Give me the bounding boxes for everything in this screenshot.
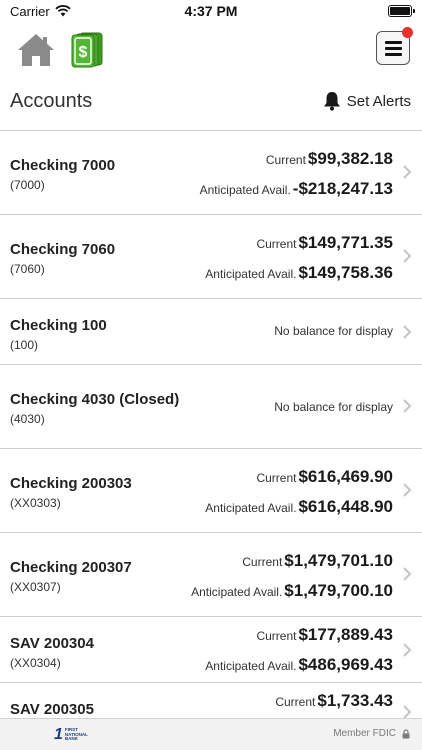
chevron-right-icon bbox=[403, 483, 412, 497]
account-name: Checking 4030 (Closed) bbox=[10, 391, 180, 408]
no-balance-text: No balance for display bbox=[274, 324, 393, 338]
current-value: $99,382.18 bbox=[307, 149, 393, 168]
account-name: Checking 7000 bbox=[10, 157, 116, 174]
account-row[interactable]: Checking 200303 (XX0303) Current $616,46… bbox=[0, 449, 422, 533]
chevron-right-icon bbox=[403, 643, 412, 657]
menu-bar bbox=[384, 52, 402, 56]
current-balance: Current $1,733.43 bbox=[275, 691, 393, 711]
anticipated-balance: Anticipated Avail. -$218,247.13 bbox=[200, 179, 393, 199]
account-row[interactable]: Checking 4030 (Closed) (4030) No balance… bbox=[0, 365, 422, 449]
current-value: $177,889.43 bbox=[298, 625, 393, 644]
anticipated-balance: Anticipated Avail. $486,969.43 bbox=[205, 655, 393, 675]
account-name: Checking 100 bbox=[10, 317, 107, 334]
current-label: Current bbox=[275, 695, 316, 709]
chevron-right-icon bbox=[403, 705, 412, 719]
current-value: $1,479,701.10 bbox=[284, 551, 393, 570]
menu-button[interactable] bbox=[376, 27, 413, 65]
account-number: (XX0303) bbox=[10, 496, 61, 510]
current-label: Current bbox=[265, 153, 306, 167]
svg-text:$: $ bbox=[79, 44, 88, 61]
current-label: Current bbox=[256, 237, 297, 251]
anticipated-value: $486,969.43 bbox=[298, 655, 393, 674]
current-balance: Current $149,771.35 bbox=[256, 233, 393, 253]
no-balance-text: No balance for display bbox=[274, 400, 393, 414]
account-name: Checking 7060 bbox=[10, 241, 116, 258]
set-alerts-label: Set Alerts bbox=[346, 92, 411, 110]
account-row[interactable]: Checking 7060 (7060) Current $149,771.35… bbox=[0, 215, 422, 299]
anticipated-label: Anticipated Avail. bbox=[205, 659, 297, 673]
anticipated-value: $1,479,700.10 bbox=[284, 581, 393, 600]
accounts-header: Accounts Set Alerts bbox=[0, 86, 422, 120]
chevron-right-icon bbox=[403, 165, 412, 179]
menu-bar bbox=[384, 40, 402, 44]
current-balance: Current $99,382.18 bbox=[266, 149, 393, 169]
footer: 1 FIRST NATIONAL BANK Member FDIC bbox=[0, 718, 422, 750]
chevron-right-icon bbox=[403, 249, 412, 263]
page-title: Accounts bbox=[10, 90, 93, 112]
chevron-right-icon bbox=[403, 567, 412, 581]
current-balance: Current $177,889.43 bbox=[256, 625, 393, 645]
carrier-label: Carrier bbox=[10, 3, 50, 19]
account-number: (7000) bbox=[10, 178, 45, 192]
top-toolbar: $ bbox=[0, 26, 422, 76]
anticipated-balance: Anticipated Avail. $1,479,700.10 bbox=[191, 581, 393, 601]
account-row[interactable]: Checking 7000 (7000) Current $99,382.18 … bbox=[0, 131, 422, 215]
bank-logo-text: FIRST NATIONAL BANK bbox=[64, 727, 88, 742]
current-balance: Current $1,479,701.10 bbox=[242, 551, 393, 571]
bell-icon bbox=[323, 92, 340, 111]
anticipated-label: Anticipated Avail. bbox=[205, 267, 297, 281]
notification-dot bbox=[402, 27, 413, 38]
status-left: Carrier bbox=[10, 4, 150, 19]
home-icon bbox=[18, 34, 54, 66]
account-number: (4030) bbox=[10, 412, 45, 426]
account-name: SAV 200304 bbox=[10, 635, 94, 652]
chevron-right-icon bbox=[403, 399, 412, 413]
account-row[interactable]: Checking 200307 (XX0307) Current $1,479,… bbox=[0, 533, 422, 617]
account-number: (XX0307) bbox=[10, 580, 61, 594]
anticipated-label: Anticipated Avail. bbox=[199, 183, 291, 197]
current-balance: Current $616,469.90 bbox=[256, 467, 393, 487]
lock-icon bbox=[402, 728, 410, 738]
battery-icon bbox=[388, 5, 415, 17]
account-number: (XX0304) bbox=[10, 656, 61, 670]
current-label: Current bbox=[256, 471, 297, 485]
account-name: Checking 200303 bbox=[10, 475, 132, 492]
anticipated-balance: Anticipated Avail. $616,448.90 bbox=[205, 497, 393, 517]
status-bar: Carrier 4:37 PM bbox=[0, 0, 422, 22]
anticipated-label: Anticipated Avail. bbox=[191, 585, 283, 599]
account-name: Checking 200307 bbox=[10, 559, 132, 576]
anticipated-value: $149,758.36 bbox=[298, 263, 393, 282]
transfers-button[interactable]: $ bbox=[70, 32, 104, 68]
anticipated-value: -$218,247.13 bbox=[292, 179, 393, 198]
bank-name-line: BANK bbox=[64, 736, 78, 742]
current-value: $149,771.35 bbox=[298, 233, 393, 252]
accounts-list: Checking 7000 (7000) Current $99,382.18 … bbox=[0, 130, 422, 723]
current-value: $1,733.43 bbox=[317, 691, 393, 710]
account-name: SAV 200305 bbox=[10, 701, 94, 718]
current-value: $616,469.90 bbox=[298, 467, 393, 486]
home-button[interactable] bbox=[16, 32, 56, 68]
bank-logo: 1 FIRST NATIONAL BANK bbox=[54, 727, 88, 743]
member-fdic: Member FDIC bbox=[333, 728, 410, 739]
current-label: Current bbox=[242, 555, 283, 569]
set-alerts-button[interactable]: Set Alerts bbox=[323, 91, 411, 111]
fdic-label: Member FDIC bbox=[333, 728, 396, 739]
account-row[interactable]: Checking 100 (100) No balance for displa… bbox=[0, 299, 422, 365]
account-row[interactable]: SAV 200304 (XX0304) Current $177,889.43 … bbox=[0, 617, 422, 683]
wifi-icon bbox=[55, 5, 71, 17]
status-right bbox=[388, 5, 415, 17]
chevron-right-icon bbox=[403, 325, 412, 339]
current-label: Current bbox=[256, 629, 297, 643]
account-number: (100) bbox=[10, 338, 39, 352]
anticipated-label: Anticipated Avail. bbox=[205, 501, 297, 515]
cash-icon: $ bbox=[71, 32, 103, 68]
anticipated-balance: Anticipated Avail. $149,758.36 bbox=[205, 263, 393, 283]
account-number: (7060) bbox=[10, 262, 45, 276]
menu-bar bbox=[384, 46, 402, 50]
bank-logo-mark: 1 bbox=[54, 726, 63, 743]
account-row[interactable]: SAV 200305 Current $1,733.43 bbox=[0, 683, 422, 723]
anticipated-value: $616,448.90 bbox=[298, 497, 393, 516]
